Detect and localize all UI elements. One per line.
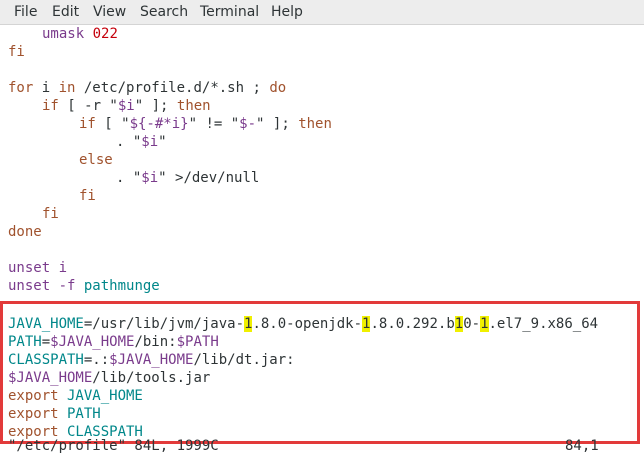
menu-edit[interactable]: Edit xyxy=(52,3,79,21)
code-line: fi xyxy=(79,188,96,204)
menu-search[interactable]: Search xyxy=(140,3,188,21)
code-line: if [ "${-#*i}" != "$-" ]; then xyxy=(79,116,332,132)
search-highlight: 1 xyxy=(480,316,489,332)
code-line: export PATH xyxy=(8,406,101,422)
menu-file[interactable]: File xyxy=(14,3,37,21)
code-line: umask 022 xyxy=(42,26,118,42)
code-line: . "$i" xyxy=(116,134,167,150)
code-line: for i in /etc/profile.d/*.sh ; do xyxy=(8,80,287,96)
code-line: CLASSPATH=.:$JAVA_HOME/lib/dt.jar: xyxy=(8,352,295,368)
code-line: else xyxy=(79,152,113,168)
code-line: . "$i" >/dev/null xyxy=(116,170,260,186)
code-line: unset i xyxy=(8,260,68,276)
code-line: PATH=$JAVA_HOME/bin:$PATH xyxy=(8,334,219,350)
code-line: export JAVA_HOME xyxy=(8,388,143,404)
code-line: JAVA_HOME=/usr/lib/jvm/java-1.8.0-openjd… xyxy=(8,316,599,332)
menu-terminal[interactable]: Terminal xyxy=(200,3,259,21)
code-line: done xyxy=(8,224,42,240)
code-line: if [ -r "$i" ]; then xyxy=(42,98,211,114)
code-line: fi xyxy=(42,206,59,222)
code-line: $JAVA_HOME/lib/tools.jar xyxy=(8,370,211,386)
code-line: unset -f pathmunge xyxy=(8,278,160,294)
search-highlight: 1 xyxy=(454,316,464,332)
menu-help[interactable]: Help xyxy=(271,3,303,21)
menu-bar: File Edit View Search Terminal Help xyxy=(0,0,644,25)
code-line: fi xyxy=(8,44,25,60)
terminal-text-area[interactable]: umask 022 fi for i in /etc/profile.d/*.s… xyxy=(0,25,644,448)
cursor-position: 84,1 xyxy=(565,438,599,454)
status-line: "/etc/profile" 84L, 1999C xyxy=(8,438,219,454)
menu-view[interactable]: View xyxy=(93,3,126,21)
